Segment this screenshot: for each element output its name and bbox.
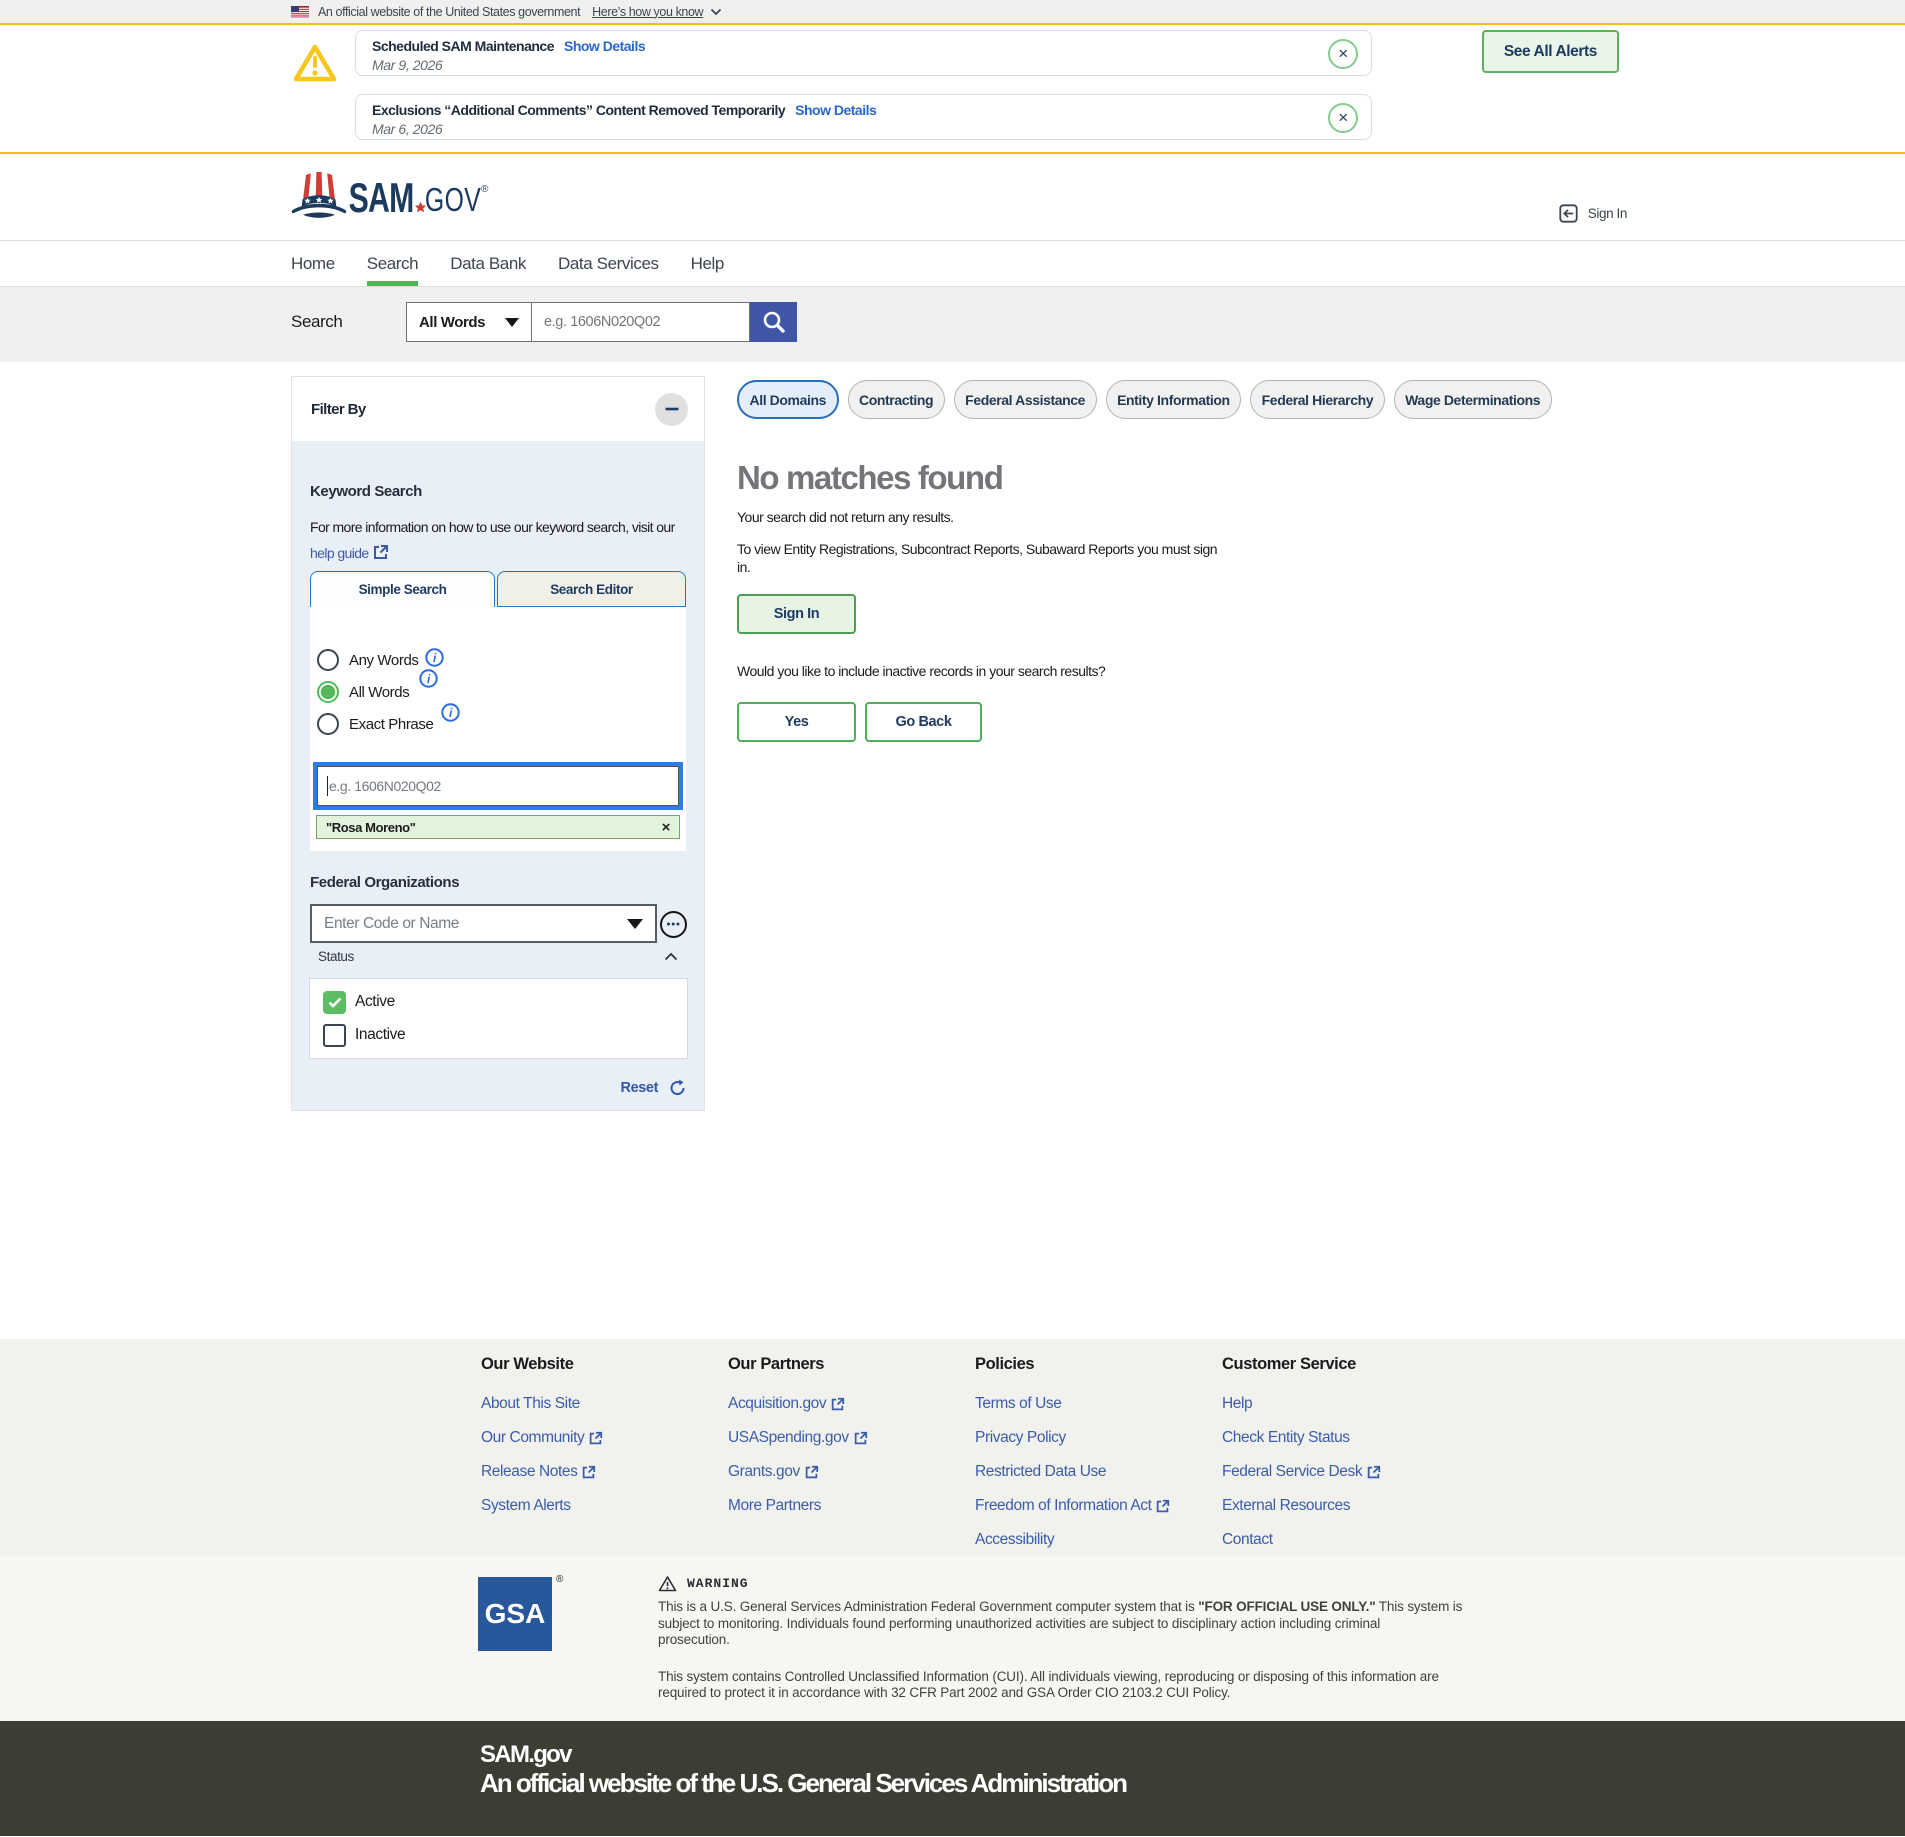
svg-text:i: i: [433, 651, 437, 665]
svg-text:i: i: [427, 672, 431, 686]
svg-text:GOV: GOV: [425, 181, 481, 219]
svg-text:i: i: [449, 706, 453, 720]
svg-text:®: ®: [481, 184, 489, 195]
svg-text:SAM: SAM: [349, 174, 414, 221]
